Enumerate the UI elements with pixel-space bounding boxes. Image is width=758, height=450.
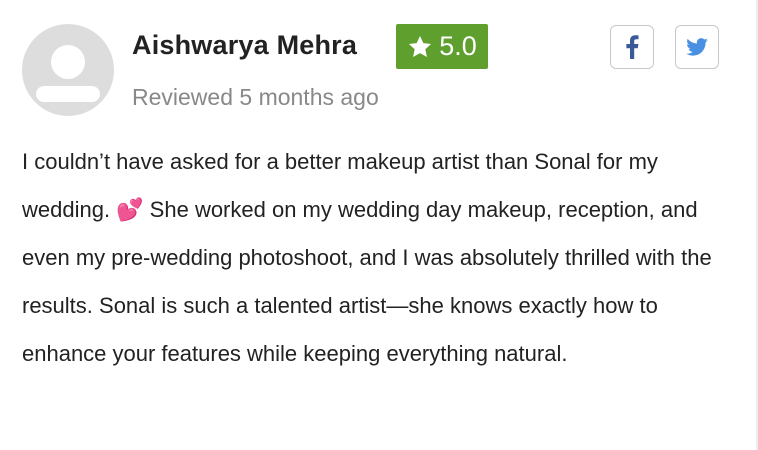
star-icon <box>409 35 432 57</box>
review-card: Aishwarya Mehra 5.0 Reviewed 5 months ag… <box>0 0 758 450</box>
share-facebook-button[interactable] <box>610 25 654 69</box>
avatar <box>22 24 114 116</box>
review-text: I couldn’t have asked for a better makeu… <box>22 149 712 366</box>
share-twitter-button[interactable] <box>675 25 719 69</box>
review-date: Reviewed 5 months ago <box>132 84 379 110</box>
reviewer-name[interactable]: Aishwarya Mehra <box>132 30 357 61</box>
facebook-icon <box>626 35 639 59</box>
rating-value: 5.0 <box>439 31 477 61</box>
default-user-avatar-icon <box>22 24 114 116</box>
rating-badge: 5.0 <box>396 24 488 69</box>
twitter-icon <box>686 38 708 56</box>
